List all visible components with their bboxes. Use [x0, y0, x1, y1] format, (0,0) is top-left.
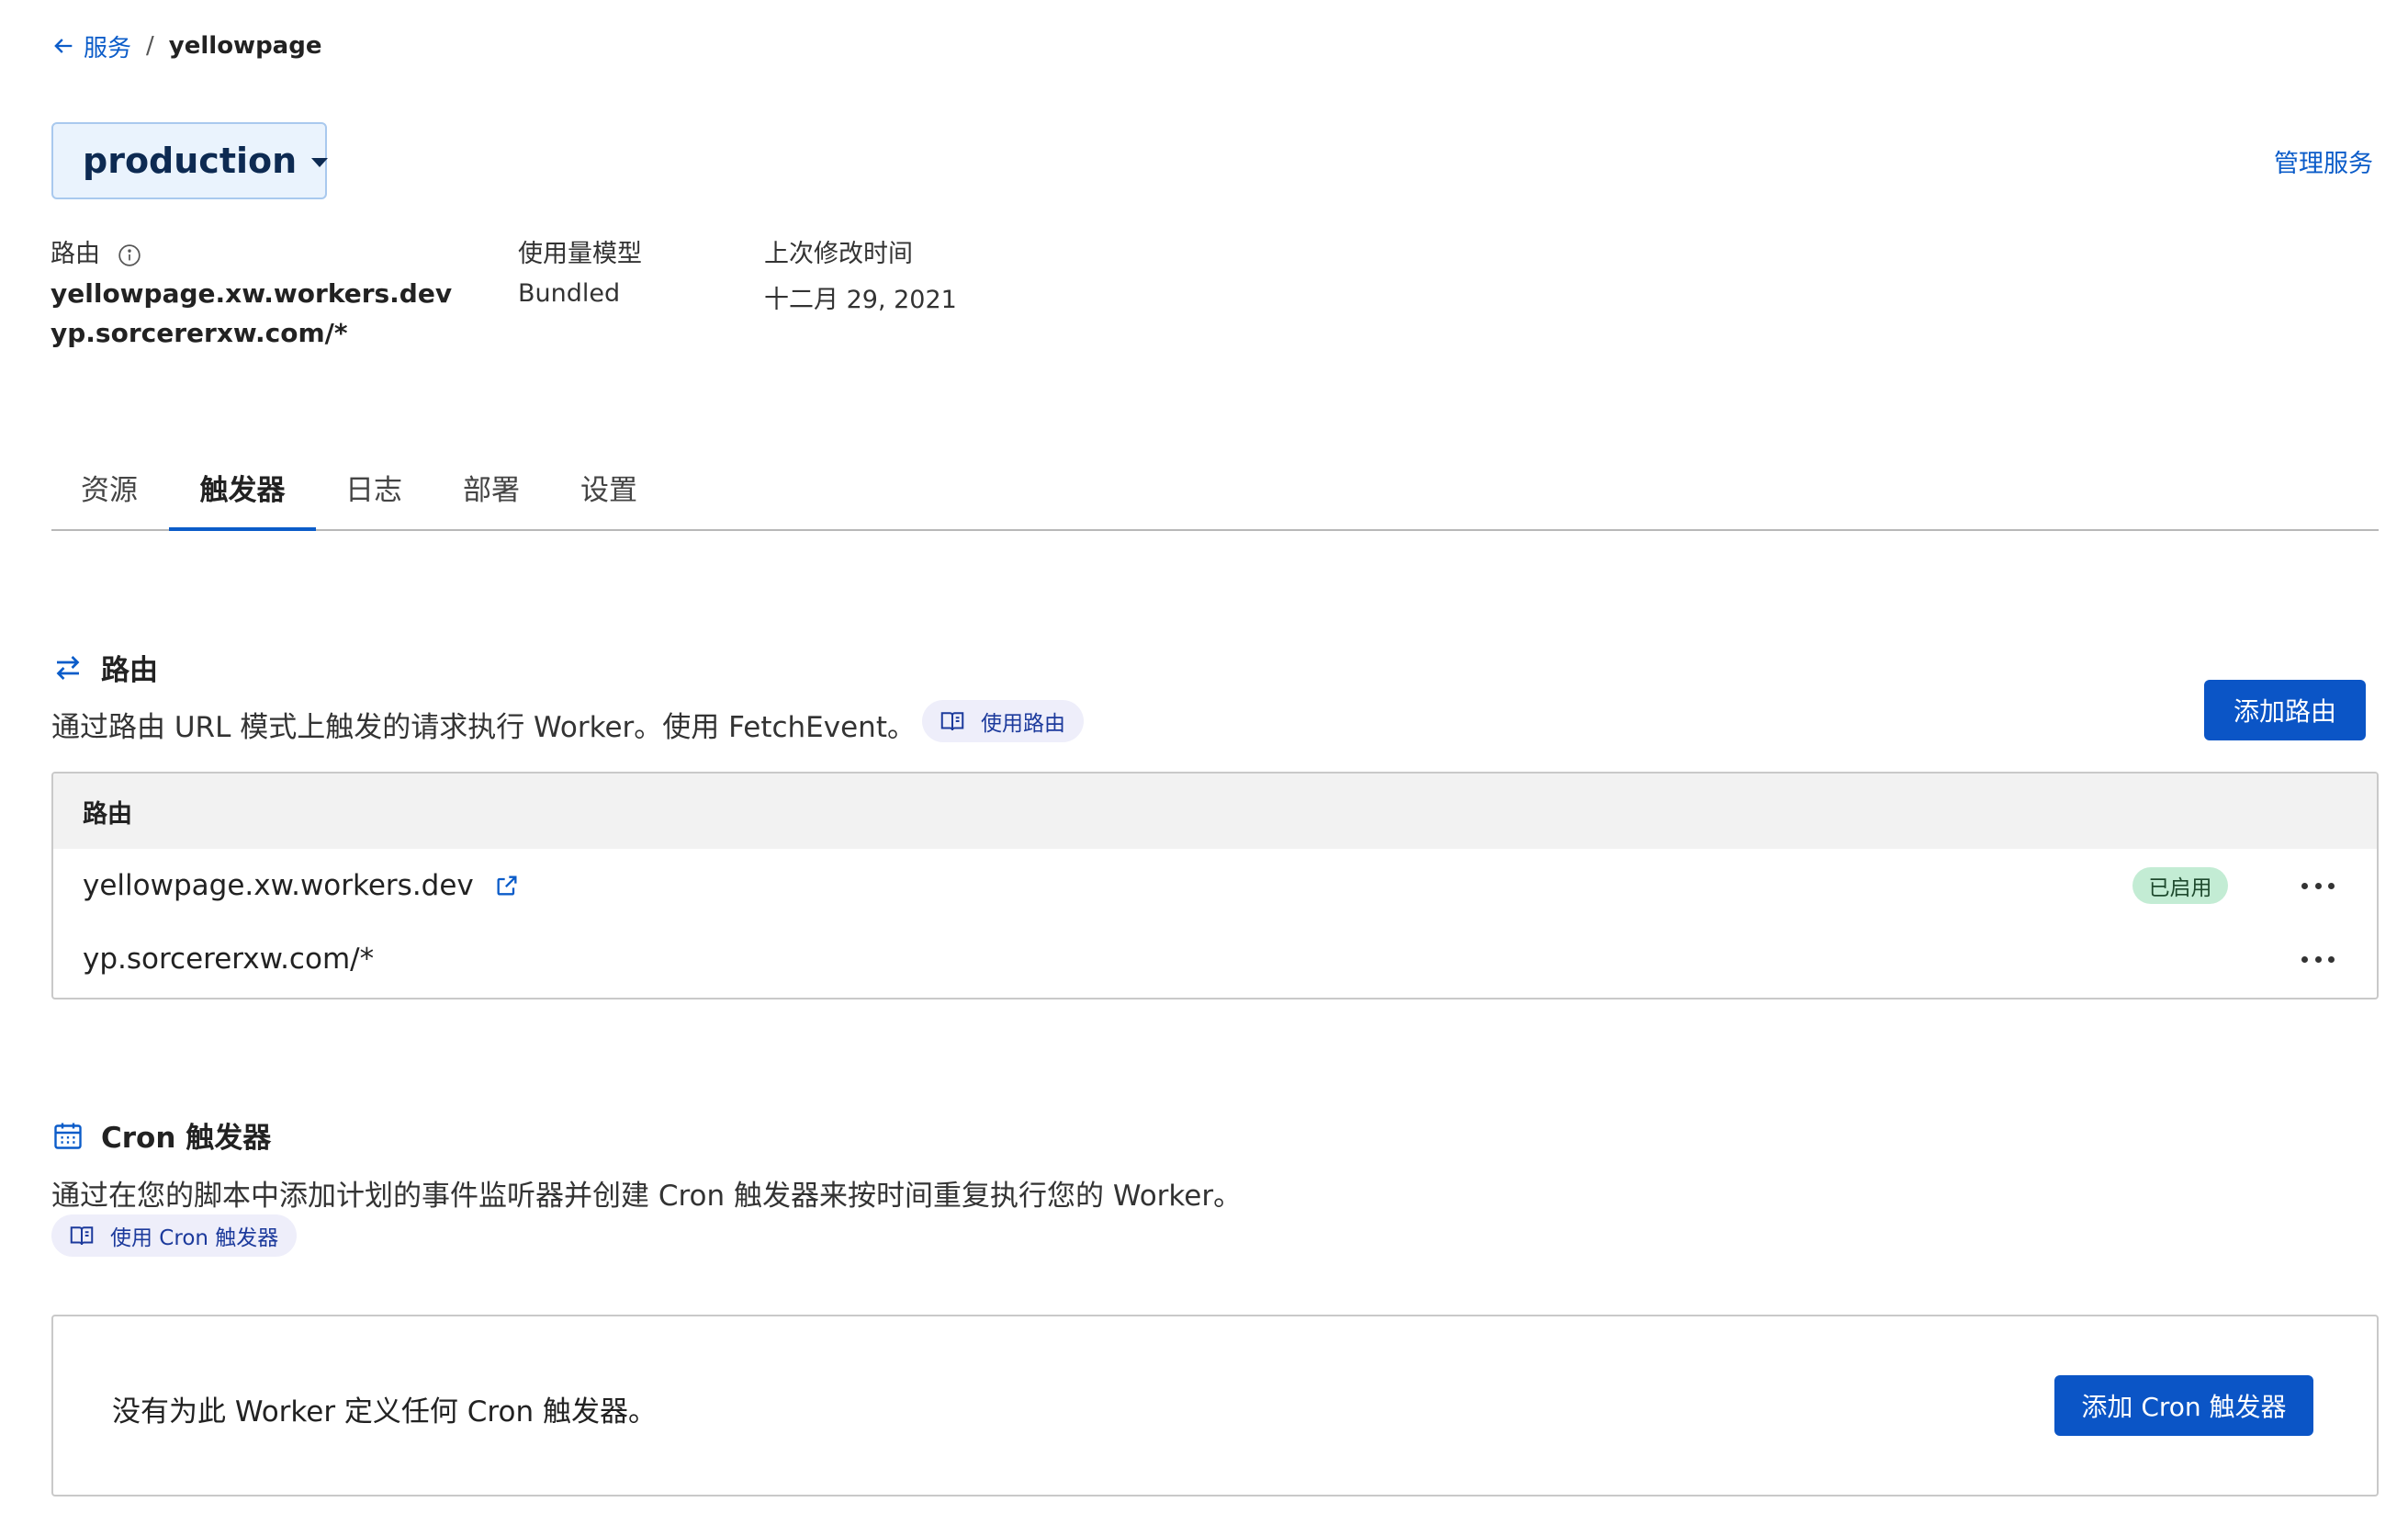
cron-doc-link-label: 使用 Cron 触发器	[110, 1226, 279, 1250]
routes-table: 路由 yellowpage.xw.workers.dev 已启用 yp.sorc…	[51, 772, 2379, 1000]
routes-meta-label: 路由	[51, 233, 141, 269]
swap-arrows-icon	[56, 655, 80, 680]
breadcrumb-separator: /	[146, 32, 154, 60]
cron-doc-link[interactable]: 使用 Cron 触发器	[51, 1214, 298, 1257]
routes-title-text: 路由	[101, 654, 158, 687]
info-icon[interactable]	[118, 243, 141, 267]
breadcrumb-back-link[interactable]: 服务	[51, 29, 131, 63]
calendar-icon	[54, 1123, 82, 1149]
breadcrumb-current: yellowpage	[168, 32, 322, 60]
manage-service-link[interactable]: 管理服务	[2274, 143, 2373, 179]
table-row: yellowpage.xw.workers.dev 已启用	[53, 849, 2377, 922]
breadcrumb: 服务 / yellowpage	[51, 28, 321, 64]
cron-section-title: Cron 触发器	[51, 1114, 271, 1156]
more-dots-icon[interactable]	[2301, 876, 2335, 895]
cron-empty-panel: 没有为此 Worker 定义任何 Cron 触发器。 添加 Cron 触发器	[51, 1315, 2379, 1496]
meta-route-2: yp.sorcererxw.com/*	[51, 318, 348, 348]
usage-model-label: 使用量模型	[518, 240, 642, 268]
cron-empty-message: 没有为此 Worker 定义任何 Cron 触发器。	[112, 1395, 657, 1429]
modified-value: 十二月 29, 2021	[764, 286, 957, 314]
add-route-button[interactable]: 添加路由	[2204, 680, 2366, 740]
table-row: yp.sorcererxw.com/*	[53, 922, 2377, 996]
chevron-down-icon	[311, 158, 329, 167]
book-icon	[940, 712, 964, 731]
routes-doc-link-label: 使用路由	[981, 712, 1065, 736]
modified-label: 上次修改时间	[764, 240, 913, 268]
tab-deployments[interactable]: 部署	[463, 467, 520, 531]
add-cron-trigger-button[interactable]: 添加 Cron 触发器	[2054, 1375, 2313, 1436]
tab-resources[interactable]: 资源	[81, 467, 138, 531]
environment-dropdown[interactable]: production	[51, 122, 329, 199]
tab-triggers[interactable]: 触发器	[169, 467, 316, 531]
book-icon	[70, 1226, 94, 1246]
usage-model-value: Bundled	[518, 279, 621, 308]
status-badge: 已启用	[2132, 867, 2228, 904]
cron-description: 通过在您的脚本中添加计划的事件监听器并创建 Cron 触发器来按时间重复执行您的…	[51, 1180, 1243, 1213]
routes-table-header: 路由	[53, 774, 2377, 849]
routes-description: 通过路由 URL 模式上触发的请求执行 Worker。使用 FetchEvent…	[51, 711, 916, 744]
environment-selected: production	[83, 141, 298, 181]
more-dots-icon[interactable]	[2301, 950, 2335, 968]
route-name: yellowpage.xw.workers.dev	[83, 869, 474, 902]
external-link-icon[interactable]	[494, 873, 520, 898]
arrow-left-icon	[54, 39, 73, 53]
routes-doc-link[interactable]: 使用路由	[922, 700, 1084, 742]
tab-bar: 资源 触发器 日志 部署 设置	[51, 450, 2379, 531]
breadcrumb-back-label: 服务	[84, 34, 132, 62]
meta-route-1: yellowpage.xw.workers.dev	[51, 278, 453, 309]
tab-logs[interactable]: 日志	[345, 467, 402, 531]
routes-meta-label-text: 路由	[51, 240, 100, 268]
routes-section-title: 路由	[51, 647, 158, 688]
route-name: yp.sorcererxw.com/*	[83, 943, 375, 976]
cron-title-text: Cron 触发器	[101, 1122, 272, 1155]
tab-settings[interactable]: 设置	[580, 467, 637, 531]
